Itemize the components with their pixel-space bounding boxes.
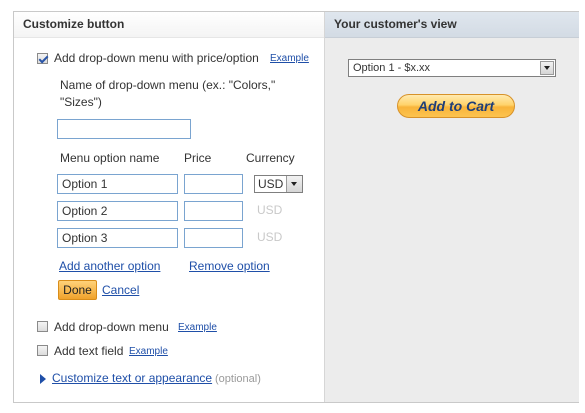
remove-option-link[interactable]: Remove option — [189, 259, 270, 273]
option-1-price-input[interactable] — [184, 174, 243, 194]
chevron-down-icon — [286, 176, 302, 192]
header-currency: Currency — [246, 151, 295, 165]
option-3-currency-text: USD — [257, 230, 283, 244]
preview-select-value: Option 1 - $x.xx — [353, 62, 431, 74]
dropdown-plain-example-link[interactable]: Example — [178, 322, 217, 333]
cancel-link[interactable]: Cancel — [102, 283, 139, 297]
option-3-price-input[interactable] — [184, 228, 243, 248]
option-1-name-input[interactable]: Option 1 — [57, 174, 178, 194]
option-1-currency-select[interactable]: USD — [254, 175, 303, 193]
header-option-name: Menu option name — [60, 151, 160, 165]
dropdown-plain-label: Add drop-down menu — [54, 320, 169, 334]
option-2-price-input[interactable] — [184, 201, 243, 221]
dropdown-plain-checkbox[interactable] — [37, 321, 48, 332]
dropdown-price-checkbox[interactable] — [37, 53, 48, 64]
text-field-checkbox[interactable] — [37, 345, 48, 356]
text-field-label: Add text field — [54, 344, 124, 358]
dropdown-name-prompt-cont: "Sizes") — [60, 95, 102, 109]
triangle-right-icon — [40, 374, 46, 384]
customize-appearance-link[interactable]: Customize text or appearance — [52, 371, 212, 385]
customer-view-title: Your customer's view — [325, 12, 579, 38]
header-price: Price — [184, 151, 212, 165]
option-3-name-input[interactable]: Option 3 — [57, 228, 178, 248]
dropdown-price-label: Add drop-down menu with price/option — [54, 51, 259, 65]
chevron-down-icon — [540, 61, 554, 75]
dropdown-name-prompt: Name of drop-down menu (ex.: "Colors," — [60, 78, 276, 92]
option-1-currency-value: USD — [258, 177, 284, 191]
option-2-currency-text: USD — [257, 203, 283, 217]
add-to-cart-button[interactable]: Add to Cart — [397, 94, 515, 118]
preview-option-select[interactable]: Option 1 - $x.xx — [348, 59, 556, 77]
optional-note: (optional) — [215, 373, 261, 385]
dropdown-name-input[interactable] — [57, 119, 191, 139]
customize-section: Customize button Add drop-down menu with… — [14, 12, 324, 402]
customer-view-section: Your customer's view Option 1 - $x.xx Ad… — [324, 12, 579, 402]
dropdown-price-example-link[interactable]: Example — [270, 53, 309, 64]
done-button[interactable]: Done — [58, 280, 97, 300]
customize-button-panel: Customize button Add drop-down menu with… — [13, 11, 579, 403]
option-2-name-input[interactable]: Option 2 — [57, 201, 178, 221]
add-another-option-link[interactable]: Add another option — [59, 259, 160, 273]
customize-title: Customize button — [14, 12, 324, 38]
text-field-example-link[interactable]: Example — [129, 346, 168, 357]
